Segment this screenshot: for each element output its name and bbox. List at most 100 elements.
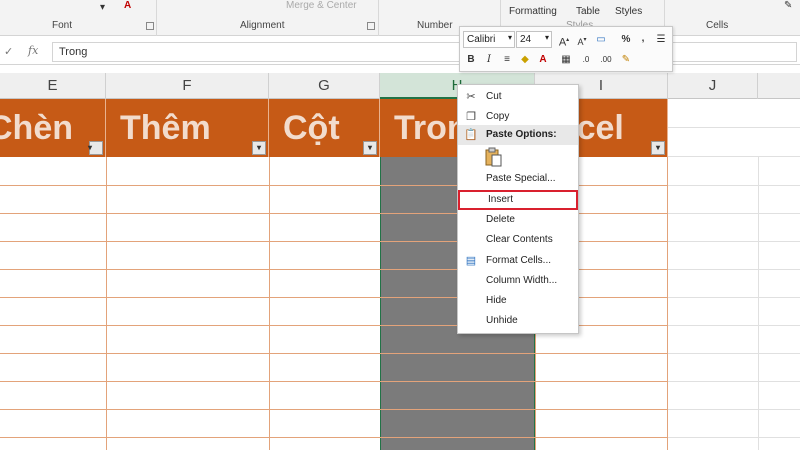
column-gridline xyxy=(667,157,668,450)
column-gridline xyxy=(269,157,270,450)
menu-item-label: Column Width... xyxy=(486,275,558,286)
filter-dropdown-button[interactable]: ▾ xyxy=(88,141,103,155)
font-name-value: Calibri xyxy=(467,34,496,45)
format-painter-icon[interactable]: ☰ xyxy=(653,32,669,48)
row-gridline xyxy=(668,353,800,354)
column-gridline xyxy=(758,157,759,450)
increase-font-size-icon[interactable]: A▴ xyxy=(556,32,572,49)
italic-icon[interactable]: I xyxy=(481,52,497,68)
font-color-icon[interactable]: A xyxy=(124,0,131,11)
row-gridline xyxy=(668,241,800,242)
menu-item-cut[interactable]: ✂ Cut xyxy=(458,87,578,107)
menu-item-label: Format Cells... xyxy=(486,255,552,266)
format-as-table-button[interactable]: Table xyxy=(576,6,600,17)
number-group-label: Number xyxy=(417,20,453,31)
formula-bar-icons: ✓ fx xyxy=(0,39,50,65)
fill-color-icon[interactable]: ▾ xyxy=(100,2,105,13)
accounting-format-icon[interactable]: ▭ xyxy=(593,32,609,48)
paste-icon[interactable] xyxy=(485,147,503,167)
increase-decimal-icon[interactable]: .0 xyxy=(578,52,594,68)
font-size-box[interactable]: 24 ▾ xyxy=(516,31,552,48)
scissors-icon: ✂ xyxy=(466,91,476,103)
fill-color-icon[interactable]: ◆ xyxy=(517,52,533,68)
filter-dropdown-button[interactable]: ▾ xyxy=(363,141,377,155)
menu-item-label: Paste Special... xyxy=(486,173,556,184)
row-gridline xyxy=(668,213,800,214)
menu-item-delete[interactable]: Delete xyxy=(458,210,578,230)
chevron-down-icon[interactable]: ▾ xyxy=(545,33,549,42)
menu-item-label: Hide xyxy=(486,295,507,306)
font-size-value: 24 xyxy=(520,34,532,45)
copy-icon: ❐ xyxy=(466,111,476,123)
row-gridline xyxy=(668,381,800,382)
menu-item-clear-contents[interactable]: Clear Contents xyxy=(458,230,578,250)
decrease-font-size-icon[interactable]: A▾ xyxy=(574,32,590,48)
menu-item-format-cells[interactable]: ▤ Format Cells... xyxy=(458,251,578,271)
column-header-e[interactable]: E xyxy=(0,73,106,99)
ribbon-separator xyxy=(156,0,157,36)
row-gridline xyxy=(0,409,668,410)
column-header-g[interactable]: G xyxy=(269,73,380,99)
row-gridline xyxy=(668,156,800,157)
row-gridline xyxy=(668,269,800,270)
decrease-decimal-icon[interactable]: .00 xyxy=(598,52,614,68)
menu-item-insert[interactable]: Insert xyxy=(458,190,578,210)
chevron-down-icon[interactable]: ▾ xyxy=(508,33,512,42)
header-cell-text: Thêm xyxy=(120,109,211,147)
mini-toolbar: Calibri ▾ 24 ▾ A▴ A▾ ▭ % , ☰ B I ≡ ◆ A ▦… xyxy=(459,26,673,72)
row-gridline xyxy=(668,325,800,326)
worksheet-grid[interactable]: Chèn ▾ Thêm ▾ Cột ▾ Trong Excel ▾ xyxy=(0,99,800,450)
clipboard-icon: 📋 xyxy=(464,129,478,141)
filter-dropdown-button[interactable]: ▾ xyxy=(252,141,266,155)
formula-input[interactable]: Trong xyxy=(52,42,797,62)
column-gridline xyxy=(106,157,107,450)
cells-group-label: Cells xyxy=(706,20,729,31)
font-color-icon[interactable]: A xyxy=(535,52,551,68)
header-cell-e[interactable]: Chèn ▾ xyxy=(0,99,106,157)
paintbrush-icon[interactable]: ✎ xyxy=(618,52,634,68)
font-name-box[interactable]: Calibri ▾ xyxy=(463,31,515,48)
context-menu: ✂ Cut ❐ Copy 📋 Paste Options: Paste Spec… xyxy=(457,84,579,334)
row-gridline xyxy=(668,297,800,298)
insert-function-icon[interactable]: fx xyxy=(28,44,38,57)
ribbon-separator xyxy=(378,0,379,36)
row-gridline xyxy=(0,381,668,382)
column-header-j[interactable]: J xyxy=(668,73,758,99)
filter-dropdown-button[interactable]: ▾ xyxy=(651,141,665,155)
menu-section-label: Paste Options: xyxy=(486,129,557,140)
row-gridline xyxy=(668,185,800,186)
merge-center-button[interactable]: Merge & Center xyxy=(286,0,357,11)
formula-bar: ✓ fx Trong xyxy=(0,39,800,65)
enter-icon[interactable]: ✓ xyxy=(4,45,13,58)
comma-style-icon[interactable]: , xyxy=(635,31,651,47)
menu-item-copy[interactable]: ❐ Copy xyxy=(458,107,578,127)
row-gridline xyxy=(668,127,800,128)
menu-item-unhide[interactable]: Unhide xyxy=(458,311,578,331)
header-cell-f[interactable]: Thêm ▾ xyxy=(106,99,269,157)
bold-icon[interactable]: B xyxy=(463,52,479,68)
menu-item-label: Cut xyxy=(486,91,502,102)
font-dialog-launcher[interactable] xyxy=(146,22,154,30)
menu-item-label: Clear Contents xyxy=(486,234,553,245)
alignment-dialog-launcher[interactable] xyxy=(367,22,375,30)
paste-options-header: 📋 Paste Options: xyxy=(458,125,578,145)
alignment-group-label: Alignment xyxy=(240,20,285,31)
menu-item-paste-special[interactable]: Paste Special... xyxy=(458,169,578,189)
cell-styles-button[interactable]: Styles xyxy=(615,6,642,17)
clear-icon[interactable]: ✎ xyxy=(784,0,792,11)
menu-item-hide[interactable]: Hide xyxy=(458,291,578,311)
column-headers: E F G H I J xyxy=(0,73,800,99)
percent-style-icon[interactable]: % xyxy=(618,32,634,48)
row-gridline xyxy=(668,437,800,438)
column-header-f[interactable]: F xyxy=(106,73,269,99)
menu-item-label: Copy xyxy=(486,111,510,122)
header-cell-text: Chèn xyxy=(0,109,73,147)
font-group-label: Font xyxy=(52,20,73,31)
menu-item-column-width[interactable]: Column Width... xyxy=(458,271,578,291)
header-cell-g[interactable]: Cột ▾ xyxy=(269,99,380,157)
borders-icon[interactable]: ▦ xyxy=(558,52,574,68)
align-center-icon[interactable]: ≡ xyxy=(499,52,515,68)
row-gridline xyxy=(0,437,668,438)
menu-item-label: Unhide xyxy=(486,315,518,326)
conditional-formatting-button[interactable]: Formatting xyxy=(509,6,557,17)
